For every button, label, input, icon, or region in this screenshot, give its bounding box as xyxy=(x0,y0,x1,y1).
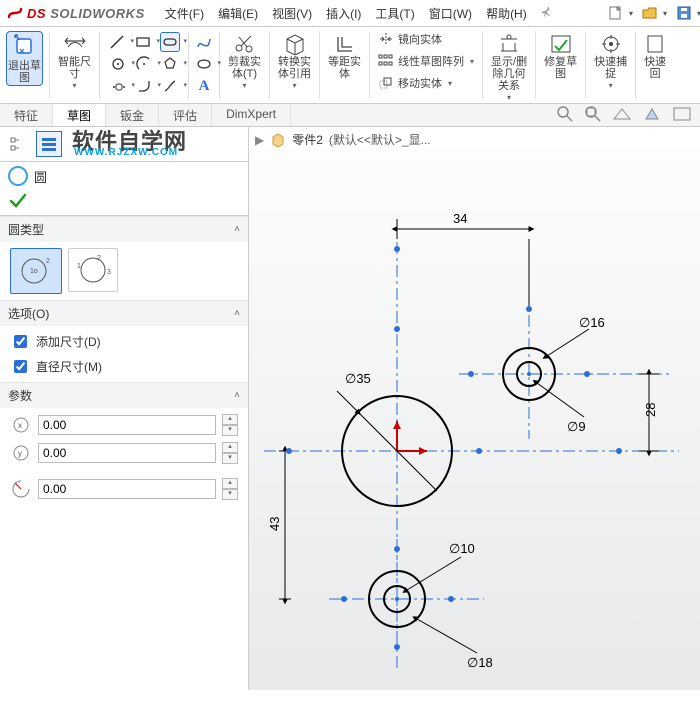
svg-text:∅18: ∅18 xyxy=(467,655,493,670)
svg-text:y: y xyxy=(18,449,22,458)
view-display-icon[interactable] xyxy=(672,105,692,126)
svg-text:x: x xyxy=(18,421,22,430)
spline-n-icon[interactable] xyxy=(195,33,213,51)
line-tool-icon[interactable] xyxy=(108,33,126,51)
param-cx-icon: x xyxy=(10,414,32,436)
qat-open-icon[interactable] xyxy=(640,3,660,23)
param-r-icon xyxy=(10,478,32,500)
menu-file[interactable]: 文件(F) xyxy=(159,2,210,25)
linear-pattern-button[interactable]: 线性草图阵列▾ xyxy=(378,53,474,69)
param-r-input[interactable] xyxy=(38,479,216,499)
option-add-dim[interactable]: 添加尺寸(D) xyxy=(10,332,238,351)
tab-sheetmetal[interactable]: 钣金 xyxy=(106,104,159,126)
section-circle-type[interactable]: 圆类型˄ xyxy=(0,217,248,242)
qat-new-icon[interactable] xyxy=(606,3,626,23)
section-params[interactable]: 参数˄ xyxy=(0,383,248,408)
svg-text:∅35: ∅35 xyxy=(345,371,371,386)
tab-evaluate[interactable]: 评估 xyxy=(159,104,212,126)
param-r-down[interactable]: ▾ xyxy=(222,489,238,500)
param-cx-input[interactable] xyxy=(38,415,216,435)
quick-return-button[interactable]: 快速 回 xyxy=(642,31,668,82)
circle-perimeter-thumb[interactable]: 1 23 xyxy=(68,248,118,292)
fillet-tool-icon[interactable] xyxy=(135,77,153,95)
view-orient-icon[interactable] xyxy=(642,105,662,126)
menu-bar: 文件(F) 编辑(E) 视图(V) 插入(I) 工具(T) 窗口(W) 帮助(H… xyxy=(159,2,600,25)
svg-text:2: 2 xyxy=(46,258,50,265)
svg-text:∅10: ∅10 xyxy=(449,541,475,556)
convert-entities-button[interactable]: 转换实 体引用 ▾ xyxy=(276,31,313,92)
text-tool-icon[interactable]: A xyxy=(195,77,213,95)
breadcrumb-part[interactable]: 零件2 xyxy=(292,131,323,148)
tab-sketch[interactable]: 草图 xyxy=(53,104,106,126)
option-dia-dim[interactable]: 直径尺寸(M) xyxy=(10,357,238,376)
repair-sketch-button[interactable]: 修复草 图 xyxy=(542,31,579,82)
trim-entities-button[interactable]: 剪裁实 体(T) ▾ xyxy=(226,31,263,92)
smart-dimension-button[interactable]: 智能尺 寸 ▾ xyxy=(56,31,93,92)
menu-window[interactable]: 窗口(W) xyxy=(423,2,478,25)
circle-tool-icon[interactable] xyxy=(109,55,127,73)
param-cx-up[interactable]: ▴ xyxy=(222,414,238,425)
breadcrumb-state: (默认<<默认>_显... xyxy=(329,131,431,148)
spline-tool-icon[interactable] xyxy=(109,77,127,95)
polygon-tool-icon[interactable] xyxy=(161,55,179,73)
circle-center-thumb[interactable]: 1o 2 xyxy=(10,248,62,294)
menu-help[interactable]: 帮助(H) xyxy=(480,2,533,25)
param-r-up[interactable]: ▴ xyxy=(222,478,238,489)
view-zoom-icon[interactable] xyxy=(556,105,574,126)
tool-title: 圆 xyxy=(0,162,248,190)
menu-view[interactable]: 视图(V) xyxy=(266,2,318,25)
menu-tools[interactable]: 工具(T) xyxy=(369,2,420,25)
mirror-entities-button[interactable]: 镜向实体 xyxy=(378,31,442,47)
part-icon xyxy=(270,132,286,148)
param-cy-input[interactable] xyxy=(38,443,216,463)
svg-text:34: 34 xyxy=(453,211,467,226)
watermark-en: WWW.RJZXW.COM xyxy=(74,147,178,158)
svg-text:1o: 1o xyxy=(30,268,38,275)
sidetab-feature-tree-icon[interactable] xyxy=(4,131,30,157)
quick-snap-button[interactable]: 快速捕 捉 ▾ xyxy=(592,31,629,92)
svg-text:∅16: ∅16 xyxy=(579,315,605,330)
tab-feature[interactable]: 特征 xyxy=(0,104,53,126)
svg-text:28: 28 xyxy=(643,403,658,417)
arc-tool-icon[interactable] xyxy=(135,55,153,73)
sketch-canvas[interactable]: ∅35 ∅16 ∅9 ∅10 ∅18 34 xyxy=(249,149,700,689)
param-cx-down[interactable]: ▾ xyxy=(222,425,238,436)
menu-edit[interactable]: 编辑(E) xyxy=(212,2,264,25)
point-tool-icon[interactable] xyxy=(161,77,179,95)
ellipse-tool-icon[interactable] xyxy=(195,55,213,73)
display-relations-button[interactable]: 显示/删 除几何 关系 ▾ xyxy=(489,31,529,104)
circle-icon xyxy=(8,166,28,186)
section-options[interactable]: 选项(O)˄ xyxy=(0,301,248,326)
param-cy-icon: y xyxy=(10,442,32,464)
corner-rect-tool-icon[interactable] xyxy=(134,33,152,51)
param-cy-down[interactable]: ▾ xyxy=(222,453,238,464)
exit-sketch-button[interactable]: 退出草 图 xyxy=(6,31,43,86)
view-section-icon[interactable] xyxy=(612,105,632,126)
offset-entities-button[interactable]: 等距实 体 xyxy=(326,31,363,82)
breadcrumb-back-icon[interactable]: ▶ xyxy=(255,133,264,147)
svg-text:3: 3 xyxy=(107,269,111,276)
confirm-ok-icon[interactable] xyxy=(8,192,28,210)
menu-pin-icon[interactable]: ⊀ xyxy=(535,2,557,25)
move-entities-button[interactable]: 移动实体▾ xyxy=(378,75,452,91)
sidetab-property-mgr-icon[interactable] xyxy=(36,131,62,157)
param-cy-up[interactable]: ▴ xyxy=(222,442,238,453)
svg-text:1: 1 xyxy=(77,263,81,270)
svg-text:∅9: ∅9 xyxy=(567,419,586,434)
view-fit-icon[interactable] xyxy=(584,105,602,126)
app-logo: DS SOLIDWORKS xyxy=(0,4,151,22)
menu-insert[interactable]: 插入(I) xyxy=(320,2,367,25)
svg-text:43: 43 xyxy=(267,517,282,531)
qat-save-icon[interactable] xyxy=(674,3,694,23)
tab-dimxpert[interactable]: DimXpert xyxy=(212,104,291,126)
svg-text:2: 2 xyxy=(97,255,101,262)
slot-tool-icon[interactable] xyxy=(160,32,180,52)
